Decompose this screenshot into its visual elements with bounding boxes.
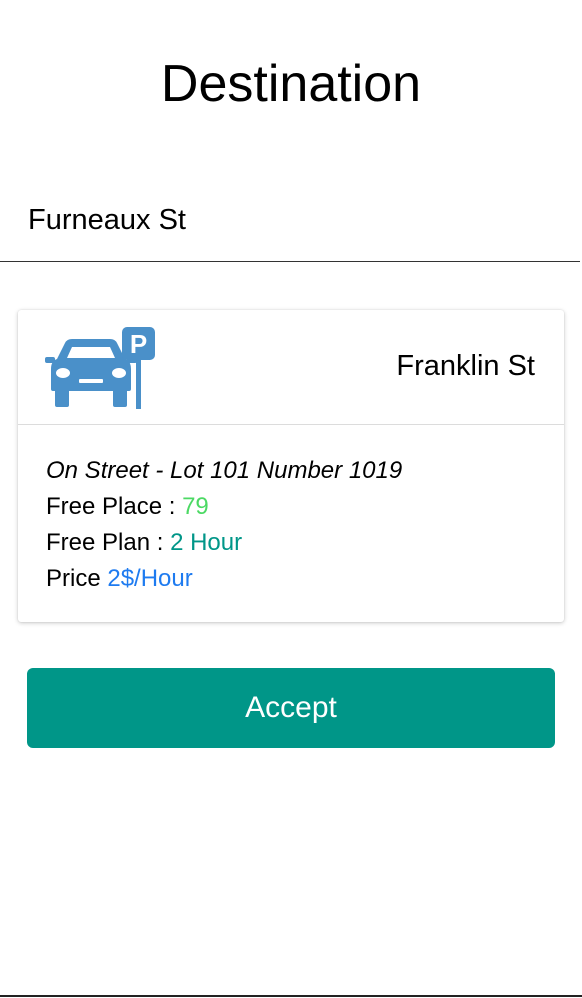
bottom-divider: [0, 995, 582, 997]
parking-card-header: P Franklin St: [18, 310, 564, 425]
parking-card[interactable]: P Franklin St On Street - Lot 101 Number…: [18, 310, 564, 622]
free-place-row: Free Place : 79: [46, 489, 402, 525]
lot-info: On Street - Lot 101 Number 1019: [46, 457, 403, 484]
accept-button[interactable]: Accept: [27, 668, 555, 748]
free-plan-label: Free Plan :: [46, 529, 171, 556]
free-place-value: 79: [182, 493, 209, 520]
svg-text:P: P: [130, 329, 147, 359]
price-value: 2$/Hour: [107, 565, 193, 592]
car-parking-icon: P: [45, 327, 155, 409]
free-plan-row: Free Plan : 2 Hour: [46, 525, 402, 561]
free-place-label: Free Place :: [46, 493, 183, 520]
price-row: Price 2$/Hour: [46, 561, 402, 597]
destination-input[interactable]: [0, 180, 580, 262]
card-street-name: Franklin St: [396, 350, 535, 382]
page-title: Destination: [160, 55, 422, 113]
free-plan-value: 2 Hour: [170, 529, 243, 556]
price-label: Price: [46, 565, 108, 592]
parking-card-body: On Street - Lot 101 Number 1019 Free Pla…: [46, 453, 402, 597]
